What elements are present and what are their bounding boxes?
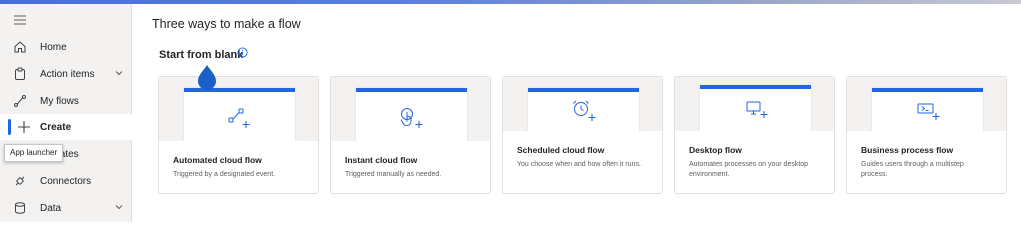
nav-label-home: Home bbox=[40, 41, 67, 53]
card-thumbnail bbox=[331, 77, 490, 141]
left-nav: Home Action items My flows Create plates bbox=[0, 4, 132, 222]
card-title: Desktop flow bbox=[689, 145, 742, 155]
connector-icon bbox=[15, 176, 25, 186]
card-thumbnail bbox=[159, 77, 318, 141]
app-launcher-tooltip: App launcher bbox=[4, 144, 64, 162]
card-description: Automates processes on your desktop envi… bbox=[689, 161, 809, 178]
nav-item-action-items[interactable]: Action items bbox=[0, 61, 132, 87]
nav-item-home[interactable]: Home bbox=[0, 34, 132, 60]
desktop-icon bbox=[746, 101, 768, 118]
chevron-down-icon[interactable] bbox=[114, 202, 124, 212]
hamburger-menu-icon[interactable] bbox=[12, 12, 28, 28]
page-title: Three ways to make a flow bbox=[152, 17, 301, 31]
nav-item-data[interactable]: Data bbox=[0, 195, 132, 221]
card-description: Triggered manually as needed. bbox=[345, 171, 442, 178]
card-preview-pane bbox=[356, 88, 467, 141]
automated-flow-icon bbox=[228, 108, 250, 128]
flow-icon bbox=[14, 95, 26, 107]
card-business-process-flow[interactable]: Business process flow Guides users throu… bbox=[846, 76, 1007, 194]
touch-icon bbox=[400, 108, 423, 128]
chevron-down-icon[interactable] bbox=[114, 68, 124, 78]
home-icon bbox=[14, 41, 26, 53]
teaching-pin-icon bbox=[198, 65, 216, 90]
nav-item-my-flows[interactable]: My flows bbox=[0, 88, 132, 114]
nav-label-action-items: Action items bbox=[40, 68, 95, 80]
card-title: Scheduled cloud flow bbox=[517, 145, 605, 155]
section-title: Start from blank bbox=[159, 49, 244, 61]
process-icon bbox=[917, 103, 940, 120]
nav-item-create[interactable]: Create bbox=[0, 114, 132, 140]
card-description: Triggered by a designated event. bbox=[173, 171, 276, 178]
card-title: Instant cloud flow bbox=[345, 155, 418, 165]
card-scheduled-cloud-flow[interactable]: Scheduled cloud flow You choose when and… bbox=[502, 76, 663, 194]
nav-label-data: Data bbox=[40, 202, 62, 214]
card-thumbnail bbox=[503, 77, 662, 131]
card-description: Guides users through a multistep process… bbox=[861, 161, 964, 178]
card-description: You choose when and how often it runs. bbox=[517, 161, 641, 168]
card-thumbnail bbox=[675, 77, 834, 131]
info-icon[interactable] bbox=[237, 47, 248, 58]
card-preview-pane bbox=[700, 85, 811, 131]
nav-label-connectors: Connectors bbox=[40, 175, 92, 187]
card-preview-pane bbox=[184, 88, 295, 141]
card-title: Automated cloud flow bbox=[173, 155, 262, 165]
alarm-clock-icon bbox=[573, 100, 596, 121]
card-instant-cloud-flow[interactable]: Instant cloud flow Triggered manually as… bbox=[330, 76, 491, 194]
clipboard-icon bbox=[15, 67, 25, 80]
card-desktop-flow[interactable]: Desktop flow Automates processes on your… bbox=[674, 76, 835, 194]
active-indicator bbox=[8, 119, 11, 135]
card-thumbnail bbox=[847, 77, 1006, 131]
card-preview-pane bbox=[528, 88, 639, 131]
nav-label-my-flows: My flows bbox=[40, 95, 79, 107]
card-preview-pane bbox=[872, 88, 983, 131]
main-content: Three ways to make a flow Start from bla… bbox=[133, 4, 1021, 222]
database-icon bbox=[15, 202, 25, 214]
nav-label-create: Create bbox=[40, 121, 72, 133]
card-title: Business process flow bbox=[861, 145, 954, 155]
card-automated-cloud-flow[interactable]: Automated cloud flow Triggered by a desi… bbox=[158, 76, 319, 194]
plus-icon bbox=[18, 121, 30, 133]
nav-item-connectors[interactable]: Connectors bbox=[0, 168, 132, 194]
